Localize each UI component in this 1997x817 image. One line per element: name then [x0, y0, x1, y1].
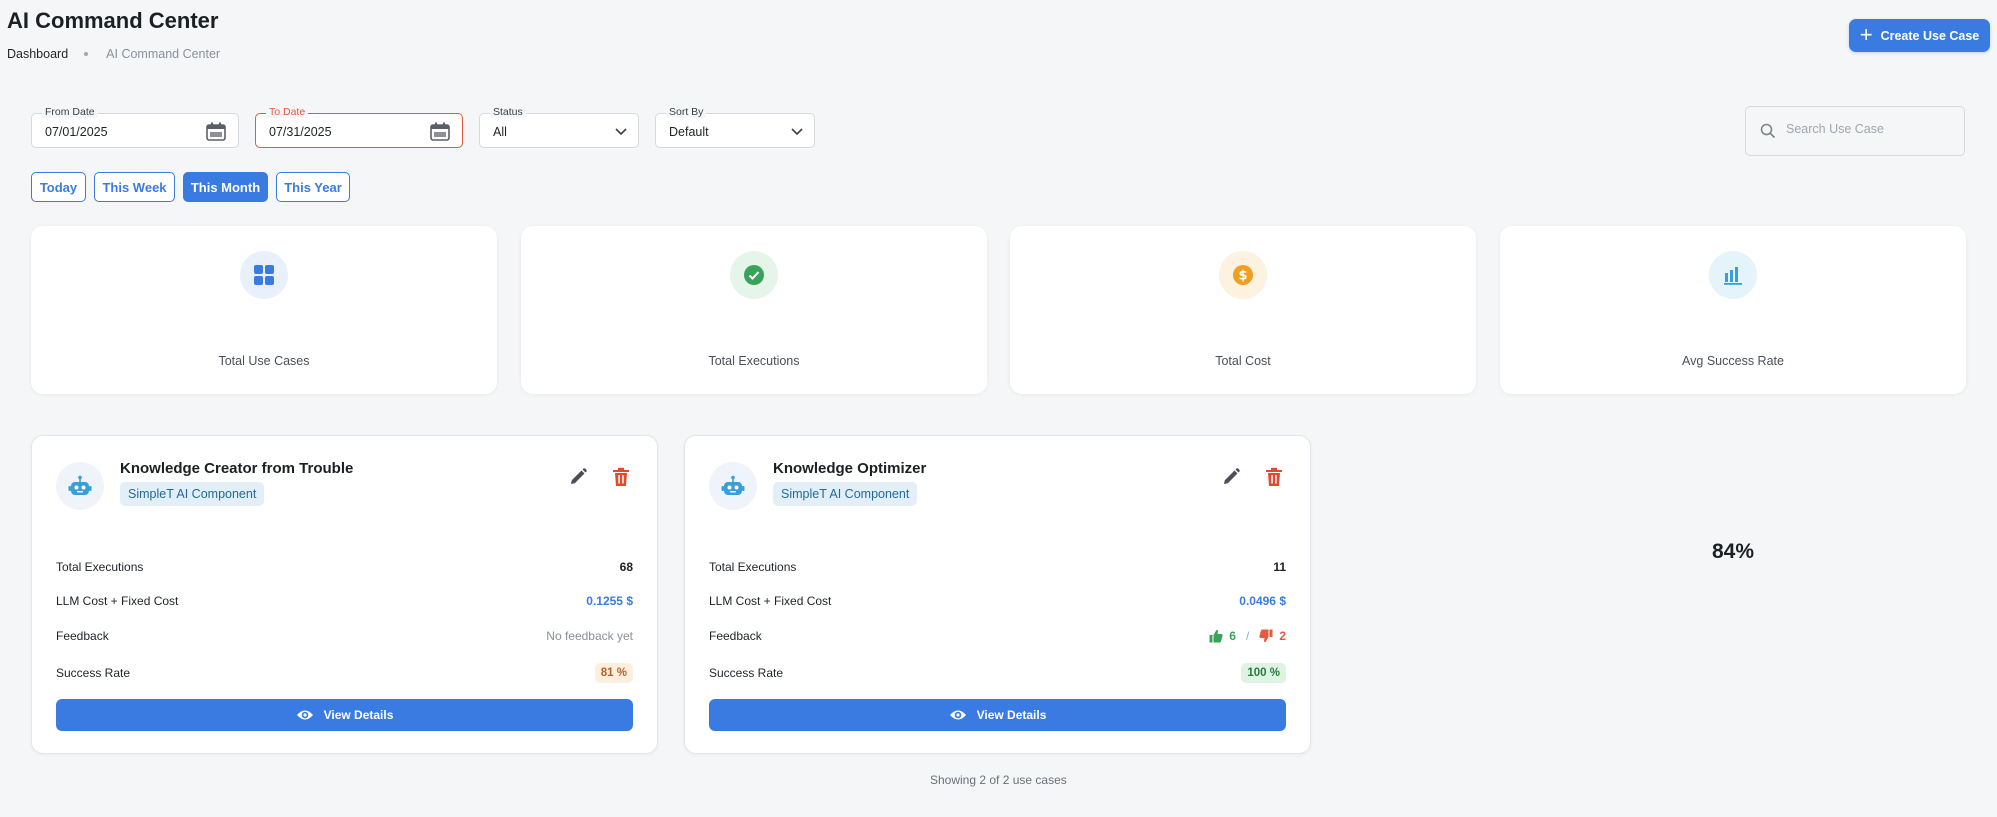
- use-case-tag: SimpleT AI Component: [773, 482, 918, 506]
- to-date-label: To Date: [266, 106, 309, 118]
- stat-label: Total Executions: [708, 354, 800, 368]
- sort-by-value: Default: [669, 125, 709, 139]
- chevron-down-icon: [791, 128, 803, 136]
- feedback-down-count: 2: [1279, 629, 1286, 643]
- trash-icon[interactable]: [1265, 467, 1283, 487]
- results-count-text: Showing 2 of 2 use cases: [930, 773, 1067, 787]
- status-select[interactable]: Status All: [479, 106, 639, 148]
- eye-icon: [949, 710, 966, 720]
- feedback-row: Feedback 6 / 2: [709, 626, 1286, 646]
- stat-card-total-use-cases: 2 Total Use Cases: [31, 226, 497, 563]
- feedback-up-count: 6: [1229, 629, 1236, 643]
- range-this-month-button[interactable]: This Month: [183, 172, 268, 202]
- grid-icon: [240, 251, 288, 299]
- from-date-value: 07/01/2025: [45, 125, 108, 139]
- thumbs-up-icon: [1209, 629, 1223, 643]
- cost-label: LLM Cost + Fixed Cost: [709, 594, 832, 608]
- use-case-tag: SimpleT AI Component: [120, 482, 265, 506]
- success-badge: 100 %: [1241, 663, 1286, 683]
- svg-text:$: $: [1238, 269, 1247, 284]
- calendar-icon[interactable]: [430, 122, 450, 141]
- view-details-button[interactable]: View Details: [709, 699, 1286, 731]
- executions-row: Total Executions 68: [56, 557, 633, 577]
- check-circle-icon: [730, 251, 778, 299]
- robot-icon: [56, 462, 104, 510]
- edit-icon[interactable]: [568, 467, 588, 487]
- use-case-card: Knowledge Optimizer SimpleT AI Component…: [684, 435, 1311, 754]
- breadcrumb-separator: [84, 52, 89, 56]
- cost-row: LLM Cost + Fixed Cost 0.0496 $: [709, 591, 1286, 611]
- use-case-title[interactable]: Knowledge Creator from Trouble: [120, 460, 353, 477]
- feedback-value: No feedback yet: [546, 629, 633, 643]
- executions-label: Total Executions: [709, 560, 797, 574]
- create-use-case-label: Create Use Case: [1880, 28, 1980, 43]
- breadcrumb: Dashboard AI Command Center: [7, 47, 220, 61]
- view-details-label: View Details: [323, 708, 394, 722]
- stat-label: Total Cost: [1215, 354, 1271, 368]
- edit-icon[interactable]: [1221, 467, 1241, 487]
- range-today-button[interactable]: Today: [31, 172, 86, 202]
- stat-card-total-executions: 79 Total Executions: [521, 226, 987, 563]
- cost-value: 0.0496 $: [1239, 594, 1286, 608]
- dollar-coin-icon: $: [1219, 251, 1267, 299]
- breadcrumb-dashboard[interactable]: Dashboard: [7, 47, 68, 61]
- status-label: Status: [490, 106, 526, 118]
- use-case-title[interactable]: Knowledge Optimizer: [773, 460, 926, 477]
- range-this-year-button[interactable]: This Year: [276, 172, 350, 202]
- success-label: Success Rate: [709, 666, 784, 680]
- to-date-value: 07/31/2025: [269, 125, 332, 139]
- cost-label: LLM Cost + Fixed Cost: [56, 594, 179, 608]
- to-date-field[interactable]: To Date 07/31/2025: [255, 106, 463, 148]
- breadcrumb-current: AI Command Center: [106, 47, 221, 61]
- use-case-card: Knowledge Creator from Trouble SimpleT A…: [31, 435, 658, 754]
- view-details-button[interactable]: View Details: [56, 699, 633, 731]
- executions-value: 68: [619, 560, 633, 574]
- robot-icon: [709, 462, 757, 510]
- stat-card-avg-success-rate: 84% Avg Success Rate: [1500, 226, 1966, 563]
- cost-value: 0.1255 $: [586, 594, 633, 608]
- executions-label: Total Executions: [56, 560, 144, 574]
- stat-label: Total Use Cases: [218, 354, 310, 368]
- eye-icon: [296, 710, 313, 720]
- success-badge: 81 %: [594, 663, 633, 683]
- range-this-week-button[interactable]: This Week: [94, 172, 175, 202]
- sort-by-select[interactable]: Sort By Default: [655, 106, 815, 148]
- plus-icon: +: [1859, 21, 1873, 47]
- executions-row: Total Executions 11: [709, 557, 1286, 577]
- feedback-label: Feedback: [56, 629, 109, 643]
- feedback-value: 6 / 2: [1209, 629, 1286, 643]
- success-row: Success Rate 100 %: [709, 663, 1286, 683]
- from-date-label: From Date: [42, 106, 98, 118]
- stat-value: 84%: [1711, 540, 1755, 563]
- success-row: Success Rate 81 %: [56, 663, 633, 683]
- feedback-row: Feedback No feedback yet: [56, 626, 633, 646]
- cost-row: LLM Cost + Fixed Cost 0.1255 $: [56, 591, 633, 611]
- bar-chart-icon: [1709, 251, 1757, 299]
- success-label: Success Rate: [56, 666, 131, 680]
- view-details-label: View Details: [976, 708, 1047, 722]
- trash-icon[interactable]: [612, 467, 630, 487]
- search-box[interactable]: [1745, 106, 1965, 156]
- stat-card-total-cost: $ $0.1750 Total Cost: [1010, 226, 1476, 563]
- chevron-down-icon: [615, 128, 627, 136]
- search-input[interactable]: [1786, 122, 1951, 136]
- sort-by-label: Sort By: [666, 106, 707, 118]
- thumbs-down-icon: [1259, 629, 1273, 643]
- status-value: All: [493, 125, 507, 139]
- feedback-label: Feedback: [709, 629, 762, 643]
- search-icon: [1760, 123, 1776, 139]
- stat-label: Avg Success Rate: [1682, 354, 1784, 368]
- page-title: AI Command Center: [7, 8, 219, 33]
- executions-value: 11: [1273, 560, 1286, 574]
- calendar-icon[interactable]: [206, 122, 226, 141]
- feedback-separator: /: [1245, 629, 1250, 643]
- from-date-field[interactable]: From Date 07/01/2025: [31, 106, 239, 148]
- create-use-case-button[interactable]: + Create Use Case: [1849, 19, 1990, 52]
